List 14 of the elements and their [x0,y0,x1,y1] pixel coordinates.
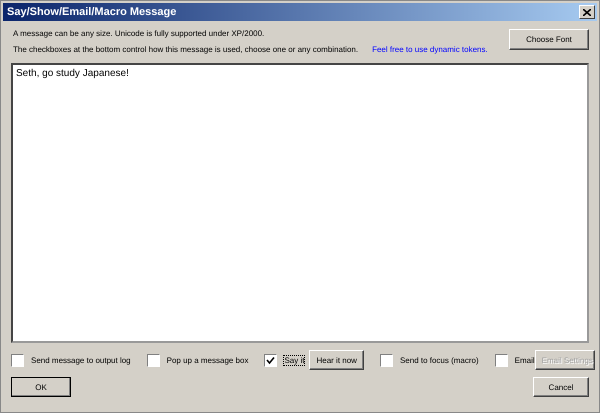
checkbox-label: Pop up a message box [166,356,248,364]
checkbox-label: Say it [284,356,304,364]
cancel-button[interactable]: Cancel [533,377,589,397]
checkbox-label: Email [514,356,535,364]
ok-button[interactable]: OK [11,377,71,397]
checkbox-label: Send to focus (macro) [400,356,479,364]
info-text: A message can be any size. Unicode is fully supported under XP/2000. [13,29,266,38]
info-text: The checkboxes at the bottom control how this message is used, choose one or any combination. [13,45,358,54]
option-button[interactable]: Hear it now [309,350,364,370]
window-title: Say/Show/Email/Macro Message [7,6,176,18]
choose-font-button[interactable]: Choose Font [509,29,589,50]
tokens-link[interactable]: Feel free to use dynamic tokens. [372,45,488,54]
checkbox-label: Send message to output log [31,356,131,364]
message-field[interactable]: Seth, go study Japanese! [11,63,589,343]
